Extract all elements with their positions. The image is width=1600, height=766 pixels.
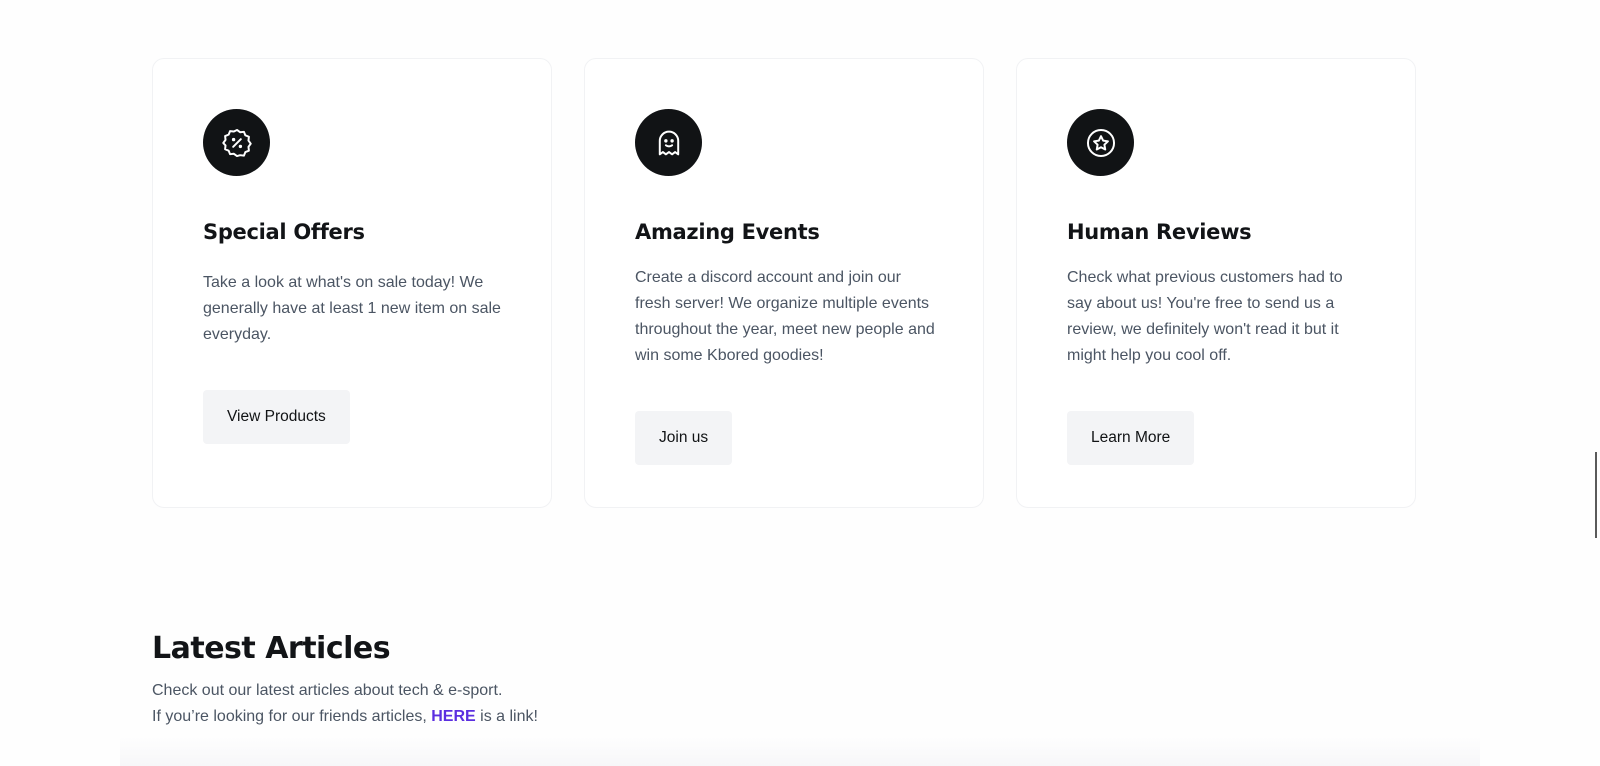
- section-subtitle: Check out our latest articles about tech…: [152, 678, 538, 730]
- articles-container-fade: [120, 736, 1480, 766]
- card-special-offers: Special Offers Take a look at what's on …: [152, 58, 552, 508]
- card-description: Check what previous customers had to say…: [1067, 269, 1343, 365]
- discount-badge-icon: [203, 109, 270, 176]
- card-description: Take a look at what's on sale today! We …: [203, 274, 501, 344]
- card-title: Amazing Events: [635, 220, 820, 244]
- card-title: Special Offers: [203, 220, 365, 244]
- subtitle-line-2-suffix: is a link!: [475, 708, 538, 725]
- subtitle-line-2-prefix: If you’re looking for our friends articl…: [152, 708, 432, 725]
- feature-cards: Special Offers Take a look at what's on …: [152, 58, 1416, 508]
- card-amazing-events: Amazing Events Create a discord account …: [584, 58, 984, 508]
- section-title: Latest Articles: [152, 631, 391, 666]
- page: Special Offers Take a look at what's on …: [0, 0, 1600, 766]
- subtitle-line-1: Check out our latest articles about tech…: [152, 682, 503, 699]
- learn-more-button[interactable]: Learn More: [1067, 411, 1195, 466]
- latest-articles-section: Latest Articles Check out our latest art…: [152, 632, 538, 730]
- friends-articles-link[interactable]: HERE: [431, 708, 475, 725]
- view-products-button[interactable]: View Products: [203, 390, 350, 445]
- scrollbar-thumb[interactable]: [1595, 452, 1597, 538]
- card-title: Human Reviews: [1067, 220, 1252, 244]
- card-human-reviews: Human Reviews Check what previous custom…: [1016, 58, 1416, 508]
- star-circle-icon: [1067, 109, 1134, 176]
- join-us-button[interactable]: Join us: [635, 411, 733, 466]
- card-description: Create a discord account and join our fr…: [635, 269, 935, 365]
- ghost-icon: [635, 109, 702, 176]
